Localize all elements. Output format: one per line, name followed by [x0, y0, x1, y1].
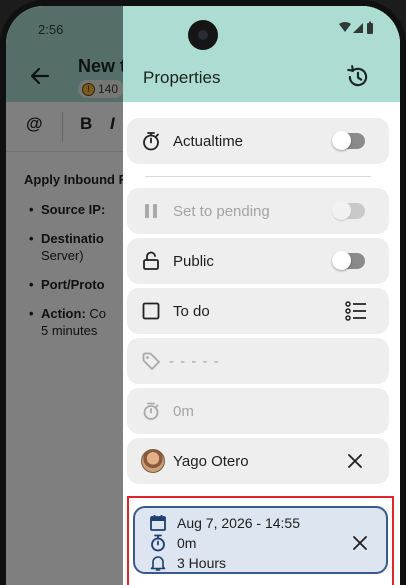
public-toggle[interactable]	[332, 251, 365, 270]
todo-row[interactable]: To do	[127, 288, 389, 334]
timer-icon	[143, 402, 159, 420]
checkbox-icon[interactable]	[141, 301, 161, 321]
unlock-icon	[143, 251, 159, 270]
reminder-card[interactable]: Aug 7, 2026 - 14:55 0m 3 Hours	[133, 506, 388, 574]
checklist-icon[interactable]	[345, 301, 367, 321]
phone-frame: 2:56 New t ! 140 @ B I Apply Inbound R S…	[0, 0, 406, 585]
reminder-date: Aug 7, 2026 - 14:55	[177, 515, 300, 531]
stopwatch-icon	[143, 132, 159, 151]
actualtime-row[interactable]: Actualtime	[127, 118, 389, 177]
screen: 2:56 New t ! 140 @ B I Apply Inbound R S…	[6, 6, 400, 585]
section-divider	[145, 176, 371, 177]
close-icon[interactable]	[352, 535, 368, 551]
pending-toggle	[332, 201, 365, 220]
actualtime-toggle[interactable]	[332, 131, 365, 150]
bell-icon	[150, 556, 166, 571]
history-icon[interactable]	[345, 64, 371, 90]
todo-label: To do	[173, 302, 210, 320]
time-row[interactable]: 0m	[127, 388, 389, 434]
reminder-remind: 3 Hours	[177, 555, 227, 571]
public-row[interactable]: Public	[127, 238, 389, 284]
properties-drawer: Properties Actualtime Set to pending Pub…	[123, 6, 400, 585]
tag-icon	[142, 352, 160, 370]
status-icons	[339, 21, 373, 34]
property-list: Actualtime Set to pending Public To do -…	[127, 118, 389, 488]
properties-header: Properties	[123, 6, 400, 102]
pause-icon	[145, 204, 157, 218]
properties-title: Properties	[143, 68, 221, 87]
public-label: Public	[173, 252, 214, 270]
camera-cutout	[188, 20, 218, 50]
tags-row[interactable]: - - - - -	[127, 338, 389, 384]
calendar-icon	[150, 515, 166, 531]
assignee-name: Yago Otero	[173, 452, 249, 470]
pending-label: Set to pending	[173, 202, 270, 220]
time-label: 0m	[173, 402, 194, 420]
assignee-row[interactable]: Yago Otero	[127, 438, 389, 484]
stopwatch-icon	[151, 534, 165, 552]
reminder-highlight: Aug 7, 2026 - 14:55 0m 3 Hours	[127, 496, 394, 585]
tags-placeholder: - - - - -	[169, 352, 220, 370]
avatar	[141, 449, 165, 473]
close-icon[interactable]	[347, 453, 363, 469]
reminder-duration: 0m	[177, 535, 197, 551]
pending-row: Set to pending	[127, 188, 389, 234]
actualtime-label: Actualtime	[173, 132, 244, 150]
